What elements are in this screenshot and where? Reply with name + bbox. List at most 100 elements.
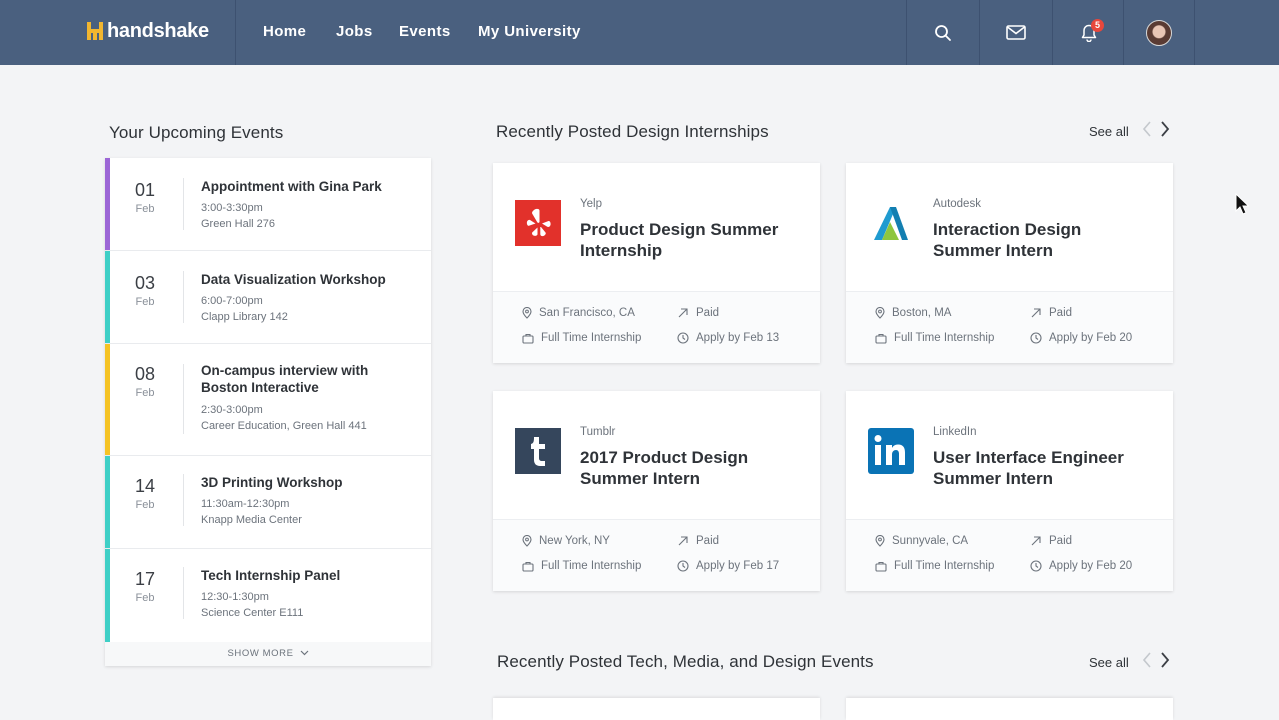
briefcase-icon	[875, 333, 887, 344]
event-title: 3D Printing Workshop	[201, 475, 343, 490]
briefcase-icon	[522, 561, 534, 572]
money-icon	[678, 536, 688, 546]
event-time: 3:00-3:30pm	[201, 202, 263, 214]
event-month: Feb	[135, 203, 155, 215]
clock-icon	[677, 332, 689, 344]
messages-button[interactable]	[979, 0, 1051, 65]
event-item[interactable]: 17 Feb Tech Internship Panel 12:30-1:30p…	[105, 549, 431, 642]
deadline: Apply by Feb 20	[1030, 332, 1132, 344]
nav-jobs[interactable]: Jobs	[336, 23, 373, 40]
event-location: Clapp Library 142	[201, 311, 288, 323]
chevron-right-icon[interactable]	[1158, 651, 1172, 669]
deadline: Apply by Feb 13	[677, 332, 779, 344]
events-section-title: Recently Posted Tech, Media, and Design …	[497, 652, 874, 671]
chevron-right-icon[interactable]	[1158, 120, 1172, 138]
notifications-button[interactable]: 5	[1052, 0, 1124, 65]
pay: Paid	[677, 307, 719, 319]
upcoming-events-title: Your Upcoming Events	[109, 123, 284, 142]
upcoming-events-list: 01 Feb Appointment with Gina Park 3:00-3…	[105, 158, 431, 666]
deadline: Apply by Feb 17	[677, 560, 779, 572]
clock-icon	[1030, 332, 1042, 344]
search-button[interactable]	[906, 0, 978, 65]
yelp-logo-icon	[515, 200, 561, 246]
event-title: Data Visualization Workshop	[201, 272, 386, 287]
event-title: Tech Internship Panel	[201, 568, 341, 583]
tumblr-logo-icon	[515, 428, 561, 474]
event-color-stripe	[105, 344, 110, 455]
clock-icon	[1030, 560, 1042, 572]
avatar	[1146, 19, 1172, 46]
event-card[interactable]	[846, 698, 1173, 720]
internship-title: User Interface Engineer Summer Intern	[933, 448, 1124, 488]
company-name: Yelp	[580, 198, 602, 210]
nav-home[interactable]: Home	[263, 23, 306, 40]
event-card[interactable]	[493, 698, 820, 720]
show-more-button[interactable]: SHOW MORE	[105, 642, 431, 666]
nav-events[interactable]: Events	[399, 23, 451, 40]
money-icon	[678, 308, 688, 318]
event-color-stripe	[105, 549, 110, 642]
internship-card[interactable]: Tumblr 2017 Product Design Summer Intern…	[493, 391, 820, 591]
event-day: 08	[134, 364, 156, 384]
event-item[interactable]: 14 Feb 3D Printing Workshop 11:30am-12:3…	[105, 456, 431, 549]
internship-card[interactable]: Autodesk Interaction Design Summer Inter…	[846, 163, 1173, 363]
location: New York, NY	[522, 535, 610, 547]
brand-name: handshake	[107, 20, 209, 42]
internship-title: Product Design Summer Internship	[580, 220, 779, 260]
event-time: 2:30-3:00pm	[201, 404, 263, 416]
show-more-label: SHOW MORE	[227, 648, 294, 659]
event-color-stripe	[105, 456, 110, 548]
event-color-stripe	[105, 251, 110, 343]
job-type: Full Time Internship	[522, 560, 641, 572]
chevron-left-icon[interactable]	[1140, 120, 1154, 138]
event-item[interactable]: 03 Feb Data Visualization Workshop 6:00-…	[105, 251, 431, 344]
event-month: Feb	[135, 499, 155, 511]
top-navbar: handshake Home Jobs Events My University…	[0, 0, 1279, 65]
internship-title: Interaction Design Summer Intern	[933, 220, 1082, 260]
event-title: On-campus interview with Boston Interact…	[201, 363, 369, 395]
mouse-cursor-icon	[1235, 193, 1249, 215]
event-location: Science Center E111	[201, 607, 304, 619]
deadline: Apply by Feb 20	[1030, 560, 1132, 572]
profile-button[interactable]	[1123, 0, 1195, 65]
internships-see-all-link[interactable]: See all	[1089, 124, 1129, 139]
event-day: 03	[134, 273, 156, 293]
internship-title: 2017 Product Design Summer Intern	[580, 448, 749, 488]
money-icon	[1031, 308, 1041, 318]
money-icon	[1031, 536, 1041, 546]
event-location: Green Hall 276	[201, 218, 275, 230]
location-pin-icon	[522, 307, 532, 319]
nav-my-university[interactable]: My University	[478, 23, 581, 40]
event-day: 17	[134, 569, 156, 589]
mail-icon	[1005, 25, 1026, 40]
job-type: Full Time Internship	[522, 332, 641, 344]
clock-icon	[677, 560, 689, 572]
event-item[interactable]: 08 Feb On-campus interview with Boston I…	[105, 344, 431, 456]
internship-card[interactable]: LinkedIn User Interface Engineer Summer …	[846, 391, 1173, 591]
event-location: Knapp Media Center	[201, 514, 302, 526]
events-see-all-link[interactable]: See all	[1089, 655, 1129, 670]
search-icon	[934, 24, 951, 41]
event-location: Career Education, Green Hall 441	[201, 420, 367, 432]
location-pin-icon	[875, 307, 885, 319]
briefcase-icon	[875, 561, 887, 572]
event-color-stripe	[105, 158, 110, 250]
pay: Paid	[1030, 307, 1072, 319]
pay: Paid	[677, 535, 719, 547]
internship-card[interactable]: Yelp Product Design Summer Internship Sa…	[493, 163, 820, 363]
job-type: Full Time Internship	[875, 332, 994, 344]
event-item[interactable]: 01 Feb Appointment with Gina Park 3:00-3…	[105, 158, 431, 251]
handshake-logo-icon	[87, 22, 105, 40]
event-time: 11:30am-12:30pm	[201, 498, 290, 510]
brand-logo[interactable]: handshake	[0, 0, 236, 65]
event-month: Feb	[135, 592, 155, 604]
company-name: Autodesk	[933, 198, 981, 210]
event-title: Appointment with Gina Park	[201, 179, 382, 194]
event-time: 12:30-1:30pm	[201, 591, 269, 603]
event-month: Feb	[135, 387, 155, 399]
event-time: 6:00-7:00pm	[201, 295, 263, 307]
chevron-left-icon[interactable]	[1140, 651, 1154, 669]
pay: Paid	[1030, 535, 1072, 547]
location-pin-icon	[522, 535, 532, 547]
company-name: Tumblr	[580, 426, 616, 438]
